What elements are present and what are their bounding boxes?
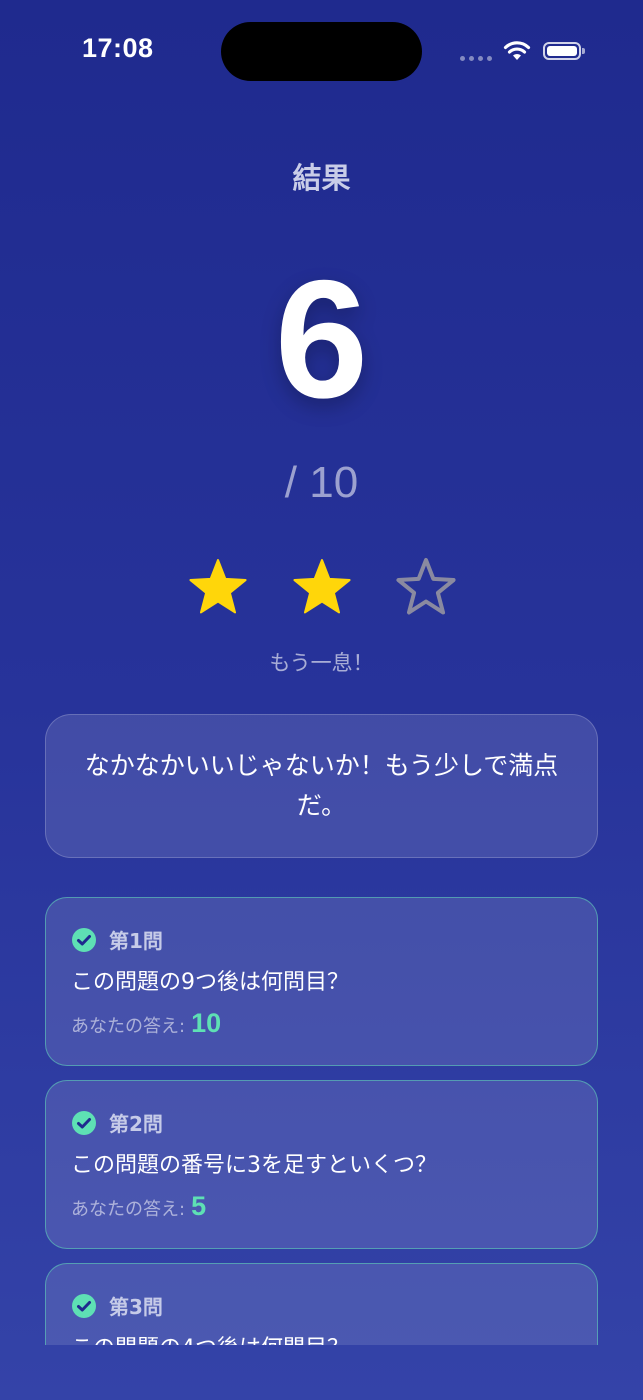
status-time: 17:08 xyxy=(82,33,154,63)
rating-text: もう一息！ xyxy=(269,651,374,675)
question-text: この問題の9つ後は何問目？ xyxy=(71,970,349,995)
check-circle-icon xyxy=(72,1110,96,1135)
check-circle-icon xyxy=(72,1293,96,1318)
comment-card: なかなかいいじゃないか！もう少しで満点だ。 xyxy=(45,714,598,858)
question-list[interactable]: 第1問 この問題の9つ後は何問目？ あなたの答え: 10 第2問 この問題の番号… xyxy=(45,897,598,1345)
star-empty-icon xyxy=(395,558,456,615)
status-bar: 17:08 xyxy=(0,0,643,100)
question-number: 第1問 xyxy=(109,929,163,953)
answer-label: あなたの答え: xyxy=(71,1016,186,1037)
comment-text: なかなかいいじゃないか！もう少しで満点だ。 xyxy=(84,751,559,820)
question-text: この問題の番号に3を足すといくつ？ xyxy=(71,1153,437,1178)
battery-icon xyxy=(543,42,585,60)
question-number: 第3問 xyxy=(109,1295,163,1319)
question-card: 第2問 この問題の番号に3を足すといくつ？ あなたの答え: 5 xyxy=(45,1080,598,1249)
dynamic-island xyxy=(221,22,422,81)
wifi-icon xyxy=(503,41,531,60)
score-total: / 10 xyxy=(284,458,359,507)
score-value: 6 xyxy=(274,245,369,433)
question-card: 第1問 この問題の9つ後は何問目？ あなたの答え: 10 xyxy=(45,897,598,1066)
question-text: この問題の4つ後は何問目？ xyxy=(71,1330,349,1345)
cellular-signal-icon xyxy=(460,56,494,62)
star-filled-icon xyxy=(292,559,351,614)
question-card: 第3問 この問題の4つ後は何問目？ xyxy=(45,1263,598,1345)
answer-value: 10 xyxy=(191,1008,222,1038)
check-circle-icon xyxy=(72,927,96,952)
star-filled-icon xyxy=(188,559,247,614)
page-title: 結果 xyxy=(292,161,351,195)
question-number: 第2問 xyxy=(109,1112,163,1136)
answer-value: 5 xyxy=(191,1191,207,1221)
star-rating xyxy=(0,556,643,618)
answer-label: あなたの答え: xyxy=(71,1199,186,1220)
